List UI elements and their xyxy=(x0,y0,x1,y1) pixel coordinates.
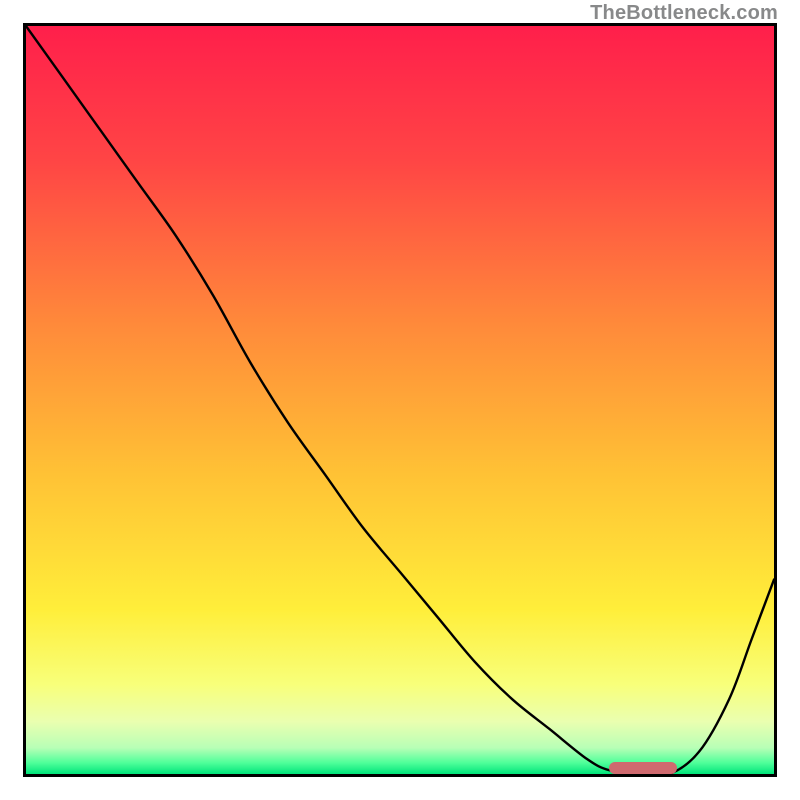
watermark-text: TheBottleneck.com xyxy=(590,2,778,25)
chart-frame: TheBottleneck.com xyxy=(0,0,800,800)
optimal-range-marker xyxy=(609,762,676,774)
plot-area xyxy=(23,23,777,777)
bottleneck-curve xyxy=(26,26,774,774)
